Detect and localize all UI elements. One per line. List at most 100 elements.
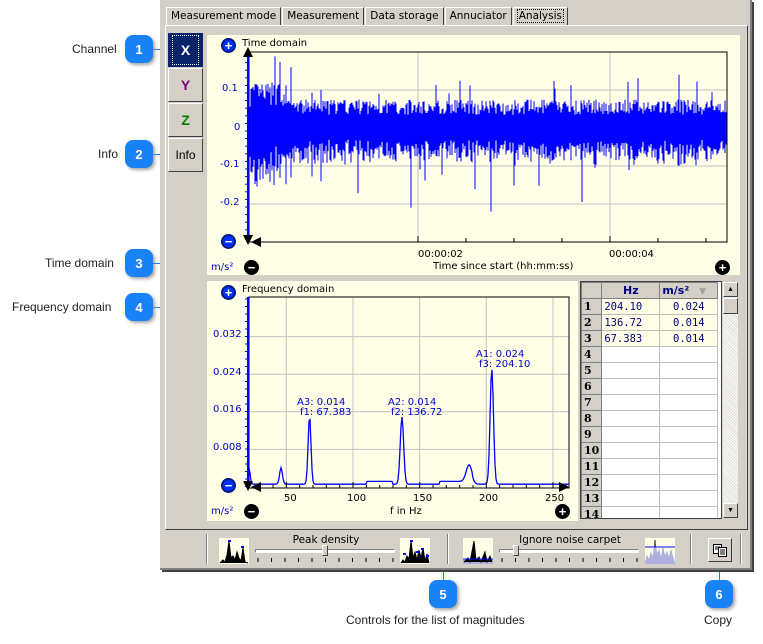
time-x-tick-label: 00:00:04 [609,249,654,260]
freq-x-zoom-in-icon[interactable]: + [555,504,570,519]
freq-x-tick-label: 150 [413,493,433,504]
cell-frequency[interactable]: 67.383 [601,330,661,347]
time-x-arrow-left [251,237,261,247]
channel-x-button[interactable]: X [168,33,203,67]
cell-amplitude[interactable]: 0.014 [659,314,719,331]
callout-label-frequency-domain: Frequency domain [12,300,112,314]
callout-label-copy: Copy [704,613,733,627]
cell-amplitude[interactable]: 0.024 [659,298,719,315]
table-row[interactable]: 8 [581,410,719,427]
table-row[interactable]: 4 [581,346,719,363]
channel-info-button[interactable]: Info [168,138,203,172]
table-row[interactable]: 13 [581,490,719,507]
table-row[interactable]: 1 204.10 0.024 [581,298,719,315]
channel-z-button[interactable]: Z [168,103,203,137]
callout-badge-3: 3 [125,249,153,277]
scroll-up-button[interactable]: ▲ [723,282,738,297]
freq-x-tick-label: 50 [284,493,297,504]
cell-amplitude[interactable] [659,458,719,475]
cell-frequency[interactable] [601,442,661,459]
time-y-tick-label: -0.1 [220,159,240,170]
tab-annuciator[interactable]: Annuciator [444,7,512,25]
row-number: 1 [581,298,603,315]
row-number: 5 [581,362,603,379]
separator [206,534,208,564]
tab-data-storage[interactable]: Data storage [365,7,444,25]
cell-frequency[interactable]: 136.72 [601,314,661,331]
callout-badge-2: 2 [125,140,153,168]
noise-high-icon [644,538,676,565]
table-row[interactable]: 12 [581,474,719,491]
time-y-arrow-down [243,235,253,245]
row-number: 6 [581,378,603,395]
cell-amplitude[interactable] [659,410,719,427]
cell-frequency[interactable] [601,346,661,363]
cell-amplitude[interactable]: 0.014 [659,330,719,347]
time-x-zoom-in-icon[interactable]: + [715,260,730,275]
peak-density-slider-thumb[interactable] [322,545,328,556]
ignore-noise-ticks [501,558,638,562]
cell-frequency[interactable] [601,506,661,518]
table-header-amplitude[interactable]: m/s² ▼ [659,282,719,299]
cell-frequency[interactable] [601,362,661,379]
table-row[interactable]: 5 [581,362,719,379]
cell-frequency[interactable] [601,378,661,395]
table-row[interactable]: 2 136.72 0.014 [581,314,719,331]
freq-x-zoom-out-icon[interactable]: − [244,504,259,519]
scroll-thumb[interactable] [723,298,738,314]
time-domain-chart[interactable] [207,35,740,275]
row-number: 12 [581,474,603,491]
cell-frequency[interactable] [601,458,661,475]
tab-analysis[interactable]: Analysis [512,7,568,25]
cell-amplitude[interactable] [659,490,719,507]
table-row[interactable]: 3 67.383 0.014 [581,330,719,347]
time-x-tick-label: 00:00:02 [418,249,463,260]
table-row[interactable]: 10 [581,442,719,459]
cell-amplitude[interactable] [659,394,719,411]
peak-table[interactable]: Hz m/s² ▼ 1 204.10 0.024 2 136.72 0.014 3 67.383… [580,281,722,519]
cell-amplitude[interactable] [659,426,719,443]
cell-amplitude[interactable] [659,378,719,395]
time-x-axis-title: Time since start (hh:mm:ss) [433,261,574,272]
cell-amplitude[interactable] [659,346,719,363]
cell-amplitude[interactable] [659,442,719,459]
freq-unit-label: m/s² [211,506,234,517]
tab-measurement[interactable]: Measurement [282,7,365,25]
cell-frequency[interactable] [601,394,661,411]
cell-frequency[interactable] [601,474,661,491]
cell-frequency[interactable] [601,426,661,443]
callout-badge-4: 4 [125,293,153,321]
ignore-noise-track[interactable] [499,549,639,553]
peak-frequency-label: f3: 204.10 [479,359,531,370]
row-number: 11 [581,458,603,475]
table-row[interactable]: 7 [581,394,719,411]
time-unit-label: m/s² [211,262,234,273]
channel-y-button[interactable]: Y [168,68,203,102]
row-number: 3 [581,330,603,347]
tab-label: Analysis [516,9,565,23]
cell-frequency[interactable] [601,490,661,507]
callout-badge-1: 1 [125,35,153,63]
time-x-zoom-out-icon[interactable]: − [244,260,259,275]
tab-measurement-mode[interactable]: Measurement mode [166,7,282,25]
scroll-down-button[interactable]: ▼ [723,503,738,518]
table-row[interactable]: 11 [581,458,719,475]
table-row[interactable]: 9 [581,426,719,443]
row-number: 8 [581,410,603,427]
time-y-zoom-out-icon[interactable]: − [221,234,236,249]
cell-amplitude[interactable] [659,506,719,518]
peak-density-ticks [257,558,394,562]
freq-y-tick-label: 0.024 [213,367,242,378]
cell-amplitude[interactable] [659,474,719,491]
cell-frequency[interactable] [601,410,661,427]
row-number: 7 [581,394,603,411]
peak-table-scrollbar[interactable]: ▲ ▼ [722,281,739,519]
ignore-noise-slider-thumb[interactable] [513,545,519,556]
cell-amplitude[interactable] [659,362,719,379]
cell-frequency[interactable]: 204.10 [601,298,661,315]
table-row[interactable]: 6 [581,378,719,395]
freq-y-zoom-out-icon[interactable]: − [221,478,236,493]
copy-button[interactable] [708,538,732,562]
table-row[interactable]: 14 [581,506,719,518]
table-header-hz[interactable]: Hz [601,282,661,299]
